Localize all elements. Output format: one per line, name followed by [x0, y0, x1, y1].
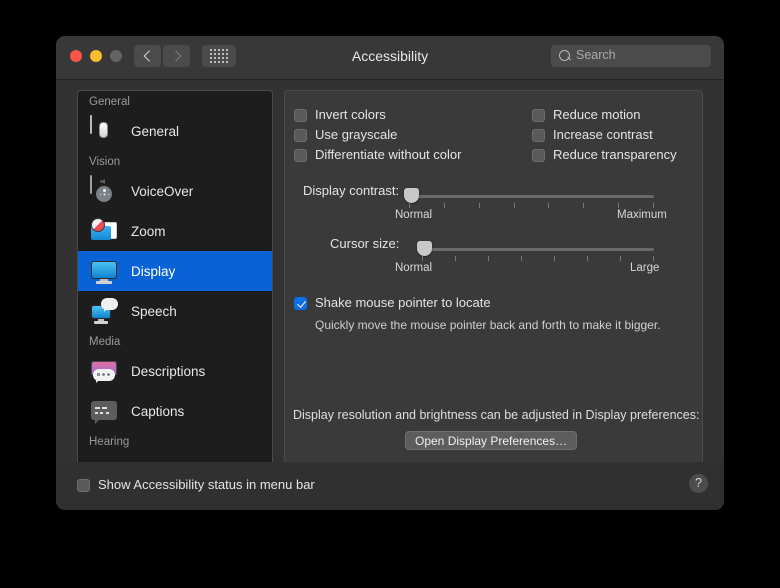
checkbox-box[interactable]: [532, 129, 545, 142]
checkbox-label: Reduce transparency: [553, 147, 677, 162]
sidebar-item-label: Speech: [131, 303, 177, 319]
sidebar-item-label: Descriptions: [131, 363, 206, 379]
checkbox-show-accessibility-status[interactable]: [77, 479, 90, 492]
display-contrast-slider-thumb[interactable]: [404, 188, 419, 203]
display-contrast-slider-track[interactable]: [409, 195, 654, 198]
status-checkbox-label: Show Accessibility status in menu bar: [98, 477, 315, 492]
descriptions-icon: [89, 356, 119, 386]
window-body: General General Vision VoiceOver Zoom Di…: [56, 80, 724, 466]
checkbox-label: Differentiate without color: [315, 147, 462, 162]
checkbox-box[interactable]: [294, 297, 307, 310]
checkbox-box[interactable]: [294, 129, 307, 142]
search-icon: [559, 50, 570, 61]
cursor-size-slider-ticks: [422, 256, 654, 261]
checkbox-label: Increase contrast: [553, 127, 653, 142]
display-icon: [89, 256, 119, 286]
sidebar-item-label: Captions: [131, 403, 185, 419]
search-placeholder: Search: [576, 48, 616, 62]
sidebar-item-label: Zoom: [131, 223, 166, 239]
cursor-size-slider-thumb[interactable]: [417, 241, 432, 256]
checkbox-box[interactable]: [294, 109, 307, 122]
sidebar-item-descriptions[interactable]: Descriptions: [78, 351, 272, 391]
sidebar-item-zoom[interactable]: Zoom: [78, 211, 272, 251]
cursor-size-slider-track[interactable]: [422, 248, 654, 251]
display-contrast-min-label: Normal: [395, 209, 433, 221]
sidebar-group-header-hearing: Hearing: [89, 436, 130, 448]
checkbox-box[interactable]: [294, 149, 307, 162]
cursor-size-min-label: Normal: [395, 262, 433, 274]
sidebar-item-label: VoiceOver: [131, 183, 194, 199]
cursor-size-max-label: Large: [630, 262, 660, 274]
display-settings-pane: Invert colors Use grayscale Differentiat…: [284, 90, 703, 464]
search-field[interactable]: Search: [551, 45, 711, 67]
sidebar-item-speech[interactable]: Speech: [78, 291, 272, 331]
display-preferences-note: Display resolution and brightness can be…: [293, 408, 700, 422]
checkbox-label: Use grayscale: [315, 127, 398, 142]
shake-mouse-description: Quickly move the mouse pointer back and …: [315, 318, 661, 332]
cursor-size-label: Cursor size:: [330, 236, 400, 251]
sidebar-item-captions[interactable]: Captions: [78, 391, 272, 431]
captions-icon: [89, 396, 119, 426]
sidebar-item-general[interactable]: General: [78, 111, 272, 151]
checkbox-label: Shake mouse pointer to locate: [315, 295, 491, 310]
sidebar-group-header-general: General: [89, 96, 130, 108]
voiceover-icon: [89, 175, 119, 206]
sidebar-item-voiceover[interactable]: VoiceOver: [78, 171, 272, 211]
accessibility-preferences-window: Accessibility Search General General Vis…: [56, 36, 724, 510]
sidebar-item-display[interactable]: Display: [78, 251, 272, 291]
sidebar-item-label: General: [131, 123, 180, 139]
sidebar-group-header-vision: Vision: [89, 156, 121, 168]
category-sidebar[interactable]: General General Vision VoiceOver Zoom Di…: [77, 90, 273, 466]
general-icon: [89, 115, 119, 146]
sidebar-item-label: Display: [131, 263, 176, 279]
zoom-icon: [89, 216, 119, 246]
window-titlebar: Accessibility Search: [56, 36, 724, 80]
help-button[interactable]: ?: [689, 474, 708, 493]
checkbox-box[interactable]: [532, 109, 545, 122]
speech-icon: [89, 296, 119, 326]
open-display-preferences-button[interactable]: Open Display Preferences…: [405, 431, 578, 450]
display-contrast-slider-ticks: [409, 203, 654, 208]
checkbox-label: Reduce motion: [553, 107, 641, 122]
sidebar-group-header-media: Media: [89, 336, 121, 348]
checkbox-box[interactable]: [532, 149, 545, 162]
window-footer: Show Accessibility status in menu bar ?: [56, 462, 724, 510]
checkbox-label: Invert colors: [315, 107, 386, 122]
display-contrast-max-label: Maximum: [617, 209, 667, 221]
display-contrast-label: Display contrast:: [303, 183, 400, 198]
